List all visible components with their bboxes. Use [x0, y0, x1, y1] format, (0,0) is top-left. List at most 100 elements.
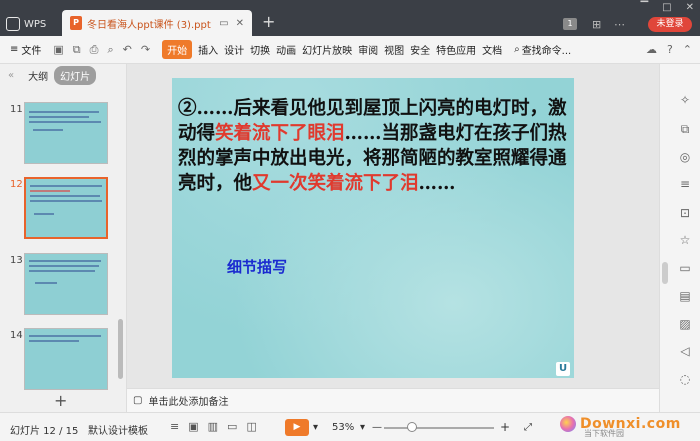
menu-transition[interactable]: 切换	[250, 42, 270, 57]
wps-logo-icon	[6, 17, 20, 31]
zoom-dropdown-icon[interactable]: ▾	[360, 422, 365, 433]
collapse-panel-icon[interactable]: «	[8, 70, 14, 81]
thumbnail-image	[24, 177, 108, 239]
text-part: ……	[418, 173, 456, 194]
magic-icon[interactable]: ✧	[678, 93, 692, 107]
image-icon[interactable]: ⊡	[678, 206, 692, 220]
undo-icon[interactable]: ↶	[123, 43, 132, 57]
document-tab[interactable]: P 冬日看海人ppt课件 (3).ppt ▭ ✕	[62, 10, 252, 36]
print-preview-icon[interactable]: ⌕	[107, 43, 113, 57]
shapes-icon[interactable]: ◎	[678, 150, 692, 164]
cloud-icon[interactable]: ☁	[646, 43, 657, 56]
picture-icon[interactable]: ▨	[678, 317, 692, 331]
tab-options-icon[interactable]: ▭	[219, 18, 228, 29]
menu-bar: ≡ 文件 ▣ ⧉ ⎙ ⌕ ↶ ↷ 开始 插入 设计 切换 动画 幻灯片放映 审阅…	[0, 36, 700, 64]
screen-icon[interactable]: ▭	[678, 261, 692, 275]
file-menu-label: 文件	[21, 46, 42, 57]
tab-outline[interactable]: 大纲	[28, 68, 48, 83]
right-sidebar: ✧ ⧉ ◎ ≡ ⊡ ☆ ▭ ▤ ▨ ◁ ◌	[659, 64, 700, 412]
document-tab-title: 冬日看海人ppt课件 (3).ppt	[87, 19, 211, 31]
menu-view[interactable]: 视图	[384, 42, 404, 57]
highlighted-text: 又一次笑着流下了泪	[252, 173, 419, 194]
save-icon[interactable]: ▣	[53, 43, 63, 57]
title-bar: WPS P 冬日看海人ppt课件 (3).ppt ▭ ✕ + 1 ⊞ ⋯ 未登录…	[0, 0, 700, 36]
thumbnail-image	[24, 328, 108, 390]
minimize-icon[interactable]: ▔	[640, 2, 648, 13]
maximize-icon[interactable]: □	[662, 2, 671, 13]
slide-number: 11	[10, 104, 23, 115]
normal-view-icon[interactable]: ▣	[188, 420, 198, 433]
zoom-in-button[interactable]: +	[500, 420, 510, 434]
grid-icon[interactable]: ⊞	[592, 18, 601, 31]
close-window-icon[interactable]: ✕	[686, 2, 694, 13]
menu-start[interactable]: 开始	[162, 40, 193, 59]
zoom-out-button[interactable]: —	[372, 422, 382, 433]
menu-animation[interactable]: 动画	[276, 42, 296, 57]
add-slide-button[interactable]: +	[54, 391, 67, 410]
more-dots-icon[interactable]: ⋯	[614, 18, 625, 31]
menu-features[interactable]: 特色应用	[436, 42, 476, 57]
menu-slideshow[interactable]: 幻灯片放映	[302, 42, 352, 57]
thumbnail-image	[24, 102, 108, 164]
menu-design[interactable]: 设计	[224, 42, 244, 57]
page-count-badge: 1	[563, 18, 577, 30]
menu-review[interactable]: 审阅	[358, 42, 378, 57]
canvas-scrollbar[interactable]	[662, 262, 668, 284]
zoom-level[interactable]: 53%	[332, 422, 354, 433]
current-slide[interactable]: ②……后来看见他见到屋顶上闪亮的电灯时，激动得笑着流下了眼泪……当那盏电灯在孩子…	[172, 78, 574, 378]
menu-security[interactable]: 安全	[410, 42, 430, 57]
sound-icon[interactable]: ◁	[678, 344, 692, 358]
speaker-icon[interactable]: ◫	[246, 420, 256, 433]
export-icon[interactable]: ⧉	[73, 43, 81, 57]
zoom-slider-knob[interactable]	[407, 422, 417, 432]
slide-number: 13	[10, 255, 23, 266]
help-icon[interactable]: ?	[667, 43, 673, 56]
command-search[interactable]: ⌕ 查找命令...	[514, 42, 571, 57]
slide-body-text[interactable]: ②……后来看见他见到屋顶上闪亮的电灯时，激动得笑着流下了眼泪……当那盏电灯在孩子…	[178, 96, 570, 196]
slide-thumbnail[interactable]: 14	[0, 328, 118, 394]
file-menu[interactable]: ≡ 文件	[10, 42, 41, 57]
template-name[interactable]: 默认设计模板	[88, 422, 148, 437]
print-icon[interactable]: ⎙	[90, 43, 99, 57]
notes-icon: ▢	[133, 395, 143, 406]
chevron-up-icon[interactable]: ⌃	[683, 43, 692, 56]
slide-counter: 幻灯片 12 / 15	[10, 426, 79, 437]
fit-window-icon[interactable]: ⤢	[524, 422, 532, 433]
tab-slides[interactable]: 幻灯片	[54, 65, 97, 85]
sorter-view-icon[interactable]: ▥	[208, 420, 218, 433]
zoom-slider[interactable]	[384, 427, 494, 429]
copy-icon[interactable]: ⧉	[678, 122, 692, 136]
play-options-icon[interactable]: ▾	[313, 422, 318, 433]
help-circle-icon[interactable]: ◌	[678, 372, 692, 386]
reading-view-icon[interactable]: ▭	[227, 420, 237, 433]
notes-placeholder: 单击此处添加备注	[148, 397, 229, 408]
command-search-label: 查找命令...	[521, 46, 572, 57]
highlighted-text: 笑着流下了眼泪	[215, 123, 345, 144]
slide-thumbnail[interactable]: 11	[0, 102, 118, 168]
slide-number: 12	[10, 179, 23, 190]
notes-toggle-icon[interactable]: ≡	[170, 420, 179, 433]
slide-subtitle[interactable]: 细节描写	[227, 256, 287, 277]
document-icon[interactable]: ▤	[678, 289, 692, 303]
play-slideshow-button[interactable]: ▶	[285, 419, 309, 436]
ppt-file-icon: P	[70, 16, 82, 30]
menu-insert[interactable]: 插入	[198, 42, 218, 57]
redo-icon[interactable]: ↷	[141, 43, 150, 57]
slide-thumbnail[interactable]: 13	[0, 253, 118, 319]
slide-panel: « 大纲 幻灯片 11 12 13 14 +	[0, 64, 127, 412]
hamburger-icon: ≡	[10, 44, 19, 55]
login-button[interactable]: 未登录	[648, 17, 692, 32]
slide-canvas: ②……后来看见他见到屋顶上闪亮的电灯时，激动得笑着流下了眼泪……当那盏电灯在孩子…	[127, 64, 659, 388]
watermark-subtext: 当下软件园	[584, 429, 624, 438]
notes-area[interactable]: ▢ 单击此处添加备注	[127, 388, 659, 412]
watermark-logo-icon	[560, 416, 576, 432]
star-icon[interactable]: ☆	[678, 233, 692, 247]
thumbnail-image	[24, 253, 108, 315]
wps-home-tab[interactable]: WPS	[6, 12, 61, 36]
close-tab-icon[interactable]: ✕	[236, 18, 244, 29]
slide-thumbnail-selected[interactable]: 12	[0, 177, 118, 243]
thumbnail-scrollbar[interactable]	[118, 319, 123, 379]
menu-document[interactable]: 文档	[482, 42, 502, 57]
settings-sliders-icon[interactable]: ≡	[678, 177, 692, 191]
new-tab-button[interactable]: +	[262, 14, 275, 30]
